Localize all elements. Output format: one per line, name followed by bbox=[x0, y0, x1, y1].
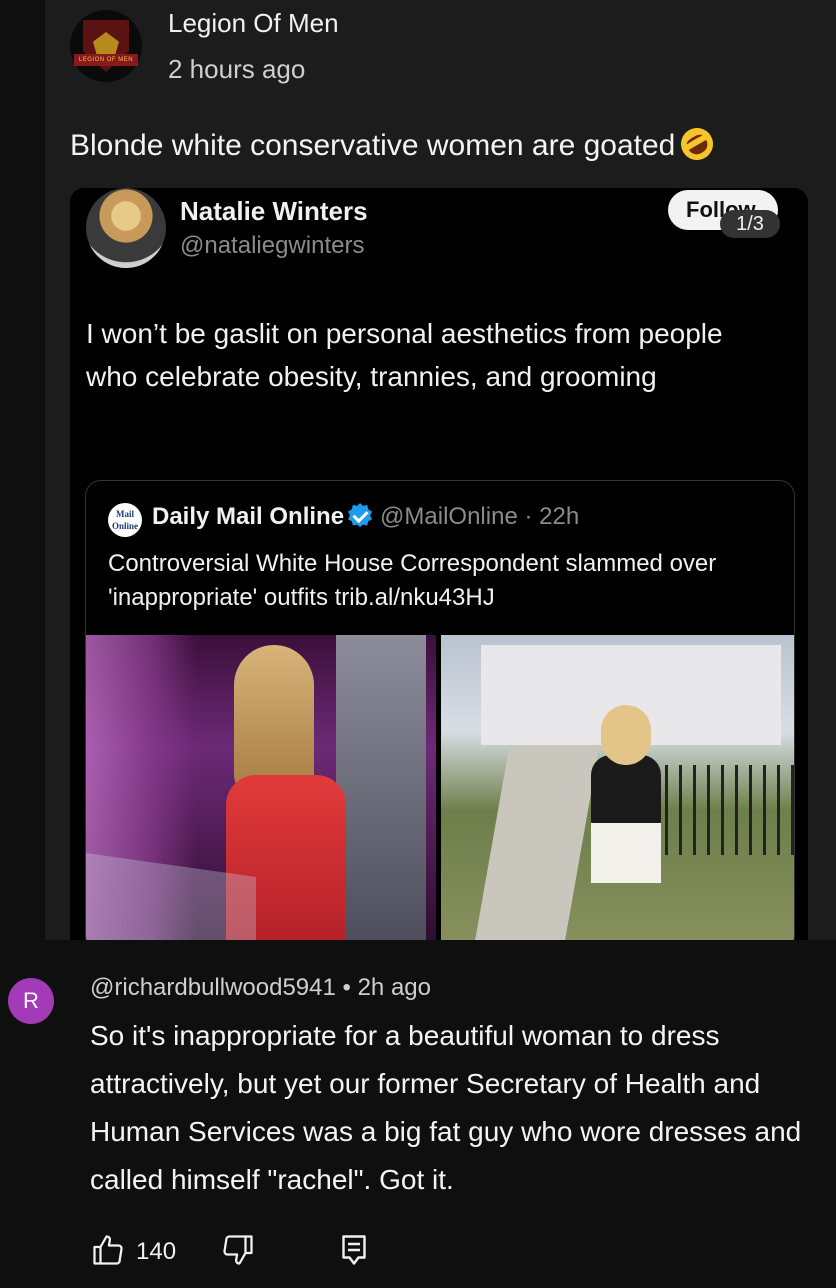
thumbs-up-icon bbox=[93, 1235, 123, 1265]
quoted-text: Controversial White House Correspondent … bbox=[108, 550, 717, 611]
tweet-author-handle: @nataliegwinters bbox=[180, 232, 365, 259]
tweet-author-avatar bbox=[86, 188, 166, 268]
quoted-author-handle: @MailOnline · 22h bbox=[380, 503, 580, 530]
mail-online-logo: Mail Online bbox=[108, 503, 142, 537]
image-page-indicator: 1/3 bbox=[720, 210, 780, 238]
comment-text: So it's inappropriate for a beautiful wo… bbox=[90, 1020, 802, 1195]
thumbs-down-icon bbox=[223, 1235, 253, 1265]
post-text-content: Blonde white conservative women are goat… bbox=[70, 129, 676, 162]
dislike-button[interactable] bbox=[220, 1232, 260, 1272]
reply-comment-icon bbox=[342, 1235, 366, 1265]
channel-avatar[interactable]: LEGION OF MEN bbox=[70, 10, 142, 82]
comment-handle[interactable]: @richardbullwood5941 • 2h ago bbox=[90, 974, 431, 1002]
tweet-author-name: Natalie Winters bbox=[180, 196, 368, 226]
rolling-on-floor-laughing-icon bbox=[675, 122, 720, 166]
quoted-author: Daily Mail Online @MailOnline · 22h bbox=[152, 503, 579, 531]
like-count: 140 bbox=[136, 1238, 177, 1265]
photo-podium bbox=[86, 635, 436, 940]
post-time: 2 hours ago bbox=[168, 54, 306, 84]
reply-button[interactable] bbox=[336, 1232, 376, 1272]
post-text: Blonde white conservative women are goat… bbox=[70, 122, 720, 166]
quoted-author-name: Daily Mail Online bbox=[152, 503, 345, 530]
like-button[interactable] bbox=[90, 1232, 130, 1272]
verified-badge-icon bbox=[348, 503, 373, 527]
tweet-image[interactable]: Natalie Winters @nataliegwinters Follow … bbox=[70, 188, 808, 940]
channel-name[interactable]: Legion Of Men bbox=[168, 8, 339, 39]
commenter-avatar[interactable]: R bbox=[8, 978, 54, 1024]
quoted-tweet: Mail Online Daily Mail Online @MailOnline… bbox=[85, 480, 795, 940]
photo-white-house bbox=[441, 635, 794, 940]
avatar-banner: LEGION OF MEN bbox=[74, 54, 138, 66]
tweet-body: I won’t be gaslit on personal aesthetics… bbox=[86, 318, 723, 392]
